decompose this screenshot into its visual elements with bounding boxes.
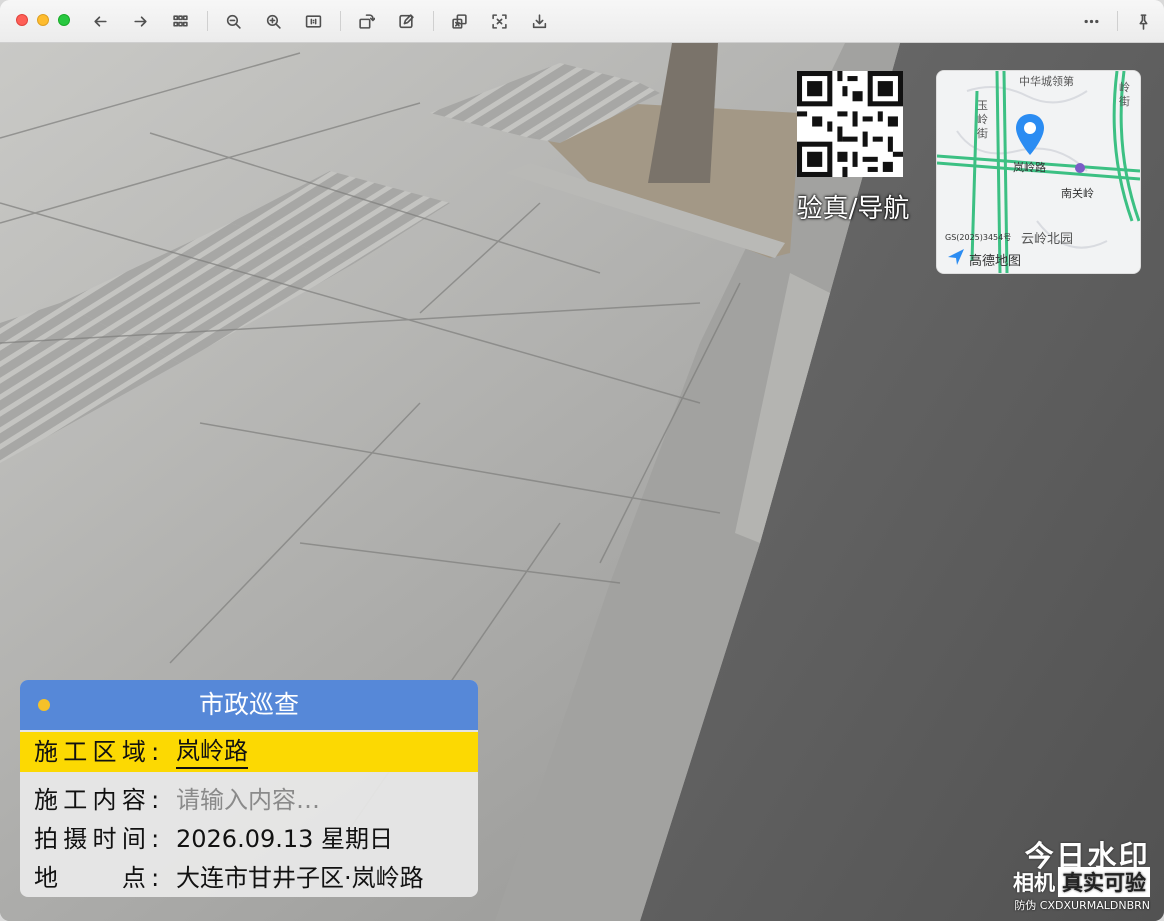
location-map[interactable]: 中华城领第 玉岭街 岭街 岚岭路 南关岭 云岭北园 GS(2025)3454号 … xyxy=(936,70,1141,274)
minimize-window-button[interactable] xyxy=(37,14,49,26)
crop-button[interactable] xyxy=(487,9,511,33)
map-label-right-street: 岭街 xyxy=(1119,81,1130,108)
image-viewer-window: 验真/导航 中华城领第 玉岭街 岭街 岚岭路 南关岭 云岭北园 GS(2025)… xyxy=(0,0,1164,921)
watermark-brand: 今日水印 相机 真实可验 防伪 CXDXURMALDNBRN xyxy=(1000,833,1150,913)
grid-icon xyxy=(172,14,188,27)
close-window-button[interactable] xyxy=(16,14,28,26)
row-key: 拍摄时间: xyxy=(34,825,165,853)
inspection-info-card: 市政巡查 施工区域: 岚岭路 施工内容: 请输入内容… 拍摄时间: 2026.0… xyxy=(20,680,478,897)
row-location: 地 点: 大连市甘井子区·岚岭路 xyxy=(20,858,478,897)
toolbar-divider xyxy=(433,11,434,31)
zoom-in-icon xyxy=(266,14,281,29)
arrow-right-icon xyxy=(133,15,147,27)
row-construction-content[interactable]: 施工内容: 请输入内容… xyxy=(20,780,478,820)
row-value[interactable]: 岚岭路 xyxy=(176,735,248,769)
qr-verify-label: 验真/导航 xyxy=(796,194,910,224)
map-label-station: 南关岭 xyxy=(1061,187,1094,200)
markup-button[interactable] xyxy=(394,9,418,33)
actual-size-button[interactable] xyxy=(301,9,325,33)
toolbar-divider xyxy=(207,11,208,31)
zoom-out-icon xyxy=(226,14,241,29)
rotate-button[interactable] xyxy=(354,9,378,33)
anti-counterfeit-code: 防伪 CXDXURMALDNBRN xyxy=(1014,899,1150,912)
ellipsis-icon xyxy=(1084,19,1098,23)
brand-sub-prefix: 相机 xyxy=(1013,871,1055,895)
pin-icon xyxy=(1139,13,1147,30)
download-tray-icon xyxy=(532,13,546,28)
photo-canvas: 验真/导航 中华城领第 玉岭街 岭街 岚岭路 南关岭 云岭北园 GS(2025)… xyxy=(0,43,1164,921)
download-button[interactable] xyxy=(527,9,551,33)
thumbnails-button[interactable] xyxy=(168,9,192,33)
row-key: 施工内容: xyxy=(34,786,165,814)
map-label-park: 云岭北园 xyxy=(1021,232,1074,247)
arrow-left-icon xyxy=(93,15,107,27)
row-construction-area[interactable]: 施工区域: 岚岭路 xyxy=(20,732,478,772)
toolbar-divider xyxy=(1117,11,1118,31)
content-input-placeholder[interactable]: 请输入内容… xyxy=(176,780,320,820)
pin-button[interactable] xyxy=(1131,9,1155,33)
brand-verified-badge: 真实可验 xyxy=(1058,867,1150,897)
rotate-icon xyxy=(358,13,375,29)
row-capture-time: 拍摄时间: 2026.09.13 星期日 xyxy=(20,819,478,859)
amap-logo-icon xyxy=(948,249,964,265)
map-label-top: 中华城领第 xyxy=(1019,75,1074,88)
map-label-left-street: 玉岭街 xyxy=(977,99,988,140)
location-pin-icon xyxy=(1016,114,1044,155)
pencil-square-icon xyxy=(398,13,414,28)
row-key: 地 点: xyxy=(34,864,165,892)
brand-subtitle: 相机 真实可验 xyxy=(1013,867,1150,897)
back-button[interactable] xyxy=(88,9,112,33)
toolbar-divider xyxy=(340,11,341,31)
map-label-road: 岚岭路 xyxy=(1013,161,1046,174)
card-header: 市政巡查 xyxy=(20,680,478,730)
crop-frame-icon xyxy=(491,13,507,29)
more-button[interactable] xyxy=(1079,9,1103,33)
actual-size-icon xyxy=(305,14,321,28)
share-button[interactable] xyxy=(447,9,471,33)
zoom-in-button[interactable] xyxy=(261,9,285,33)
toolbar xyxy=(0,0,1164,43)
zoom-out-button[interactable] xyxy=(221,9,245,33)
share-windows-icon xyxy=(451,13,467,29)
verification-qr-code[interactable] xyxy=(797,71,903,177)
zoom-window-button[interactable] xyxy=(58,14,70,26)
qr-code-icon xyxy=(797,71,903,177)
row-value: 大连市甘井子区·岚岭路 xyxy=(176,864,424,892)
map-license: GS(2025)3454号 xyxy=(945,233,1012,242)
row-key: 施工区域: xyxy=(34,738,165,766)
card-title: 市政巡查 xyxy=(198,690,299,719)
forward-button[interactable] xyxy=(128,9,152,33)
row-value: 2026.09.13 星期日 xyxy=(176,825,394,853)
metro-station-icon xyxy=(1075,163,1085,173)
map-provider: 高德地图 xyxy=(969,254,1022,269)
